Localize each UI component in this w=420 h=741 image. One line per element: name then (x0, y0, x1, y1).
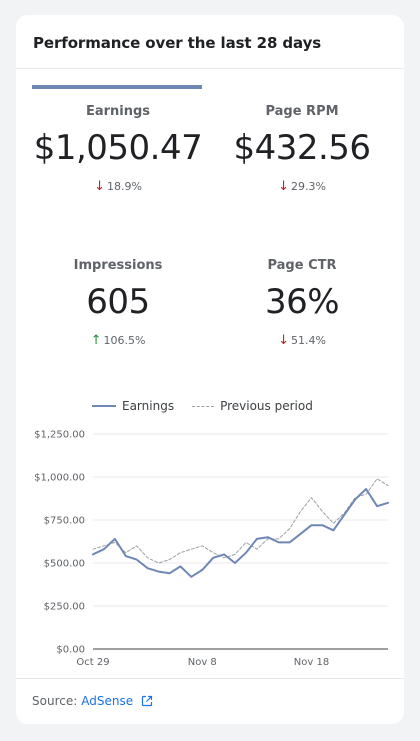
metric-value: $1,050.47 (33, 128, 203, 168)
metric-value: $432.56 (233, 128, 371, 168)
arrow-down-icon: ↓ (94, 179, 105, 194)
adsense-link[interactable]: AdSense (81, 694, 133, 708)
x-tick-label: Oct 29 (76, 657, 109, 668)
metric-label: Impressions (73, 258, 163, 273)
source-label: Source: (32, 694, 78, 708)
y-tick-label: $500.00 (44, 559, 85, 570)
dashed-line-swatch (192, 405, 215, 407)
metric-change-value: 106.5% (103, 334, 146, 347)
metric-label: Earnings (85, 104, 151, 119)
y-tick-label: $0.00 (56, 645, 85, 656)
y-tick-label: $750.00 (44, 516, 85, 527)
metric-value: 605 (86, 282, 150, 322)
metric-label: Page RPM (265, 104, 339, 119)
metric-change-value: 18.9% (106, 180, 142, 193)
earnings-line (92, 488, 389, 578)
metric-change-value: 29.3% (290, 180, 326, 193)
y-tick-label: $1,250.00 (34, 430, 85, 441)
arrow-down-icon: ↓ (278, 179, 289, 194)
y-tick-label: $1,000.00 (34, 473, 85, 484)
metric-change: ↓ 51.4% (278, 334, 326, 347)
x-tick-label: Nov 8 (188, 657, 217, 668)
metric-value: 36% (264, 282, 340, 322)
metric-change-value: 51.4% (290, 334, 326, 347)
earnings-line-chart: $0.00 $250.00 $500.00 $750.00 $1,000.00 $1,25… (34, 430, 389, 668)
metric-earnings[interactable]: Earnings $1,050.47 ↓ 18.9% (30, 104, 206, 194)
title-divider (16, 68, 404, 69)
previous-period-line (92, 478, 389, 564)
card-title: Performance over the last 28 days (33, 34, 322, 52)
metric-page-ctr[interactable]: Page CTR 36% ↓ 51.4% (214, 258, 390, 348)
footer-divider (16, 678, 404, 679)
metric-change: ↓ 18.9% (94, 180, 142, 193)
performance-card: Performance over the last 28 days Earnin… (16, 15, 404, 724)
arrow-down-icon: ↓ (278, 333, 289, 348)
x-tick-label: Nov 18 (294, 657, 329, 668)
arrow-up-icon: ↑ (90, 333, 102, 348)
metric-impressions[interactable]: Impressions 605 ↑ 106.5% (30, 258, 206, 348)
y-tick-label: $250.00 (44, 602, 85, 613)
metric-page-rpm[interactable]: Page RPM $432.56 ↓ 29.3% (214, 104, 390, 194)
metric-change: ↑ 106.5% (91, 334, 146, 347)
external-link-icon[interactable] (141, 695, 153, 707)
metric-change: ↓ 29.3% (278, 180, 326, 193)
solid-line-swatch (92, 405, 116, 407)
footer: Source: AdSense (32, 694, 153, 708)
metric-label: Page CTR (267, 258, 337, 273)
selected-metric-indicator (32, 85, 202, 89)
